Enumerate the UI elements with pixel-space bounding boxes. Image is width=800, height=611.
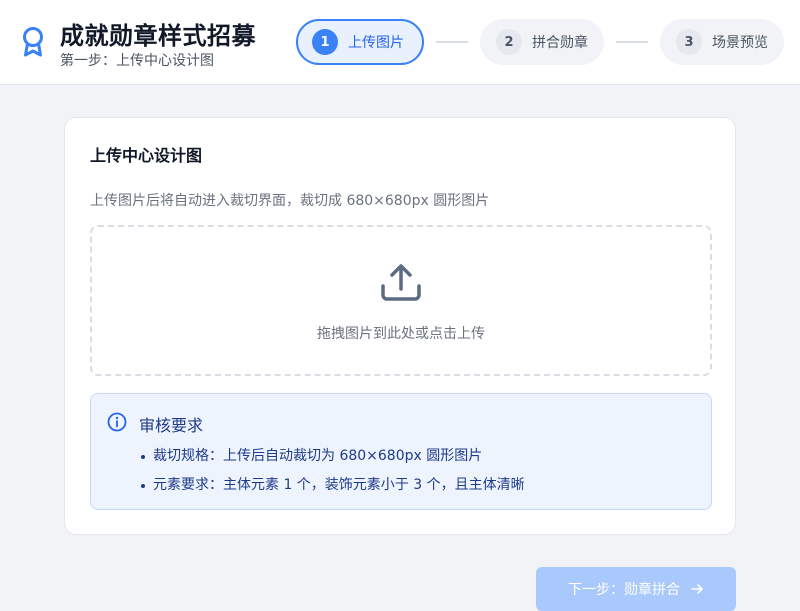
next-step-button[interactable]: 下一步：勋章拼合 [536, 567, 736, 611]
step-number: 1 [312, 29, 338, 55]
step-label: 上传图片 [348, 35, 404, 51]
list-item: 元素要求：主体元素 1 个，装饰元素小于 3 个，且主体清晰 [139, 475, 525, 504]
step-preview[interactable]: 3 场景预览 [660, 19, 784, 65]
notice-title: 审核要求 [139, 416, 204, 435]
header: 成就勋章样式招募 第一步：上传中心设计图 1 上传图片 2 拼合勋章 3 场景预… [0, 0, 800, 85]
step-combine[interactable]: 2 拼合勋章 [480, 19, 604, 65]
arrow-right-icon [691, 584, 703, 594]
card-title: 上传中心设计图 [90, 146, 203, 165]
step-connector [616, 41, 648, 43]
dropzone-text: 拖拽图片到此处或点击上传 [317, 326, 485, 342]
list-item: 裁切规格：上传后自动裁切为 680×680px 圆形图片 [139, 446, 525, 475]
step-label: 场景预览 [712, 35, 768, 51]
page-title: 成就勋章样式招募 [60, 22, 256, 50]
step-connector [436, 41, 468, 43]
review-requirements: 审核要求 裁切规格：上传后自动裁切为 680×680px 圆形图片 元素要求：主… [90, 393, 712, 510]
award-ribbon-icon [23, 27, 43, 57]
page-subtitle: 第一步：上传中心设计图 [60, 53, 214, 69]
info-icon [107, 412, 127, 432]
upload-icon [381, 264, 421, 301]
notice-list: 裁切规格：上传后自动裁切为 680×680px 圆形图片 元素要求：主体元素 1… [139, 446, 525, 504]
upload-card: 上传中心设计图 上传图片后将自动进入裁切界面，裁切成 680×680px 圆形图… [64, 117, 736, 535]
upload-dropzone[interactable]: 拖拽图片到此处或点击上传 [90, 225, 712, 376]
card-description: 上传图片后将自动进入裁切界面，裁切成 680×680px 圆形图片 [90, 193, 490, 209]
step-number: 3 [676, 29, 702, 55]
step-label: 拼合勋章 [532, 35, 588, 51]
step-upload[interactable]: 1 上传图片 [296, 19, 424, 65]
next-step-label: 下一步：勋章拼合 [568, 582, 680, 598]
step-number: 2 [496, 29, 522, 55]
